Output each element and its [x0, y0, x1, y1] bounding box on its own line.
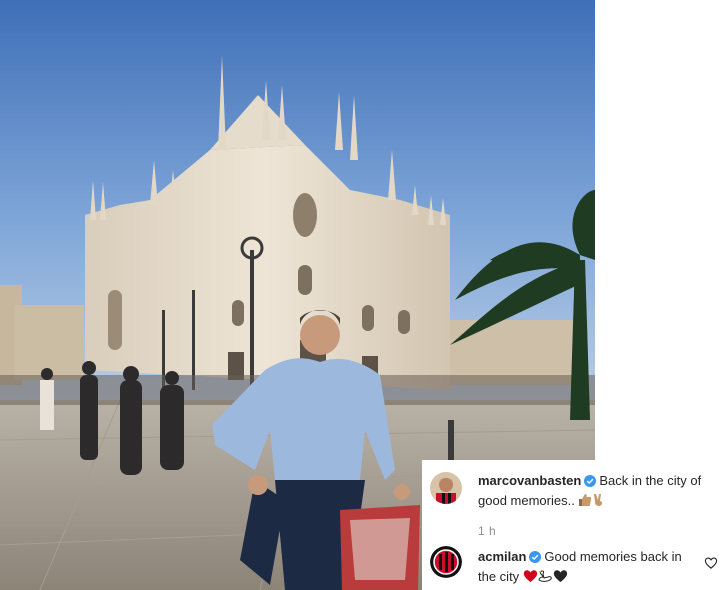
avatar[interactable]	[430, 472, 462, 504]
verified-badge-icon	[529, 550, 542, 568]
like-comment-heart-icon[interactable]	[704, 556, 718, 570]
black-heart-icon	[553, 569, 568, 588]
comment-acmilan: acmilan Good memories back in the city	[422, 544, 728, 590]
comment-timestamp: 1 h	[478, 524, 497, 538]
victory-hand-icon	[592, 493, 606, 512]
verified-badge-icon	[584, 474, 597, 492]
username[interactable]: acmilan	[478, 549, 526, 564]
thumbs-up-icon	[578, 493, 592, 512]
photo-side-area	[595, 0, 728, 460]
red-heart-icon	[523, 569, 538, 588]
comment-marcovanbasten: marcovanbasten Back in the city of good m…	[422, 460, 728, 520]
comment-text: acmilan Good memories back in the city	[478, 548, 698, 588]
comment-text: marcovanbasten Back in the city of good m…	[478, 472, 718, 512]
comments-panel: marcovanbasten Back in the city of good m…	[422, 460, 728, 590]
username[interactable]: marcovanbasten	[478, 473, 581, 488]
swan-icon	[538, 569, 553, 588]
acmilan-logo-avatar[interactable]	[430, 546, 462, 578]
